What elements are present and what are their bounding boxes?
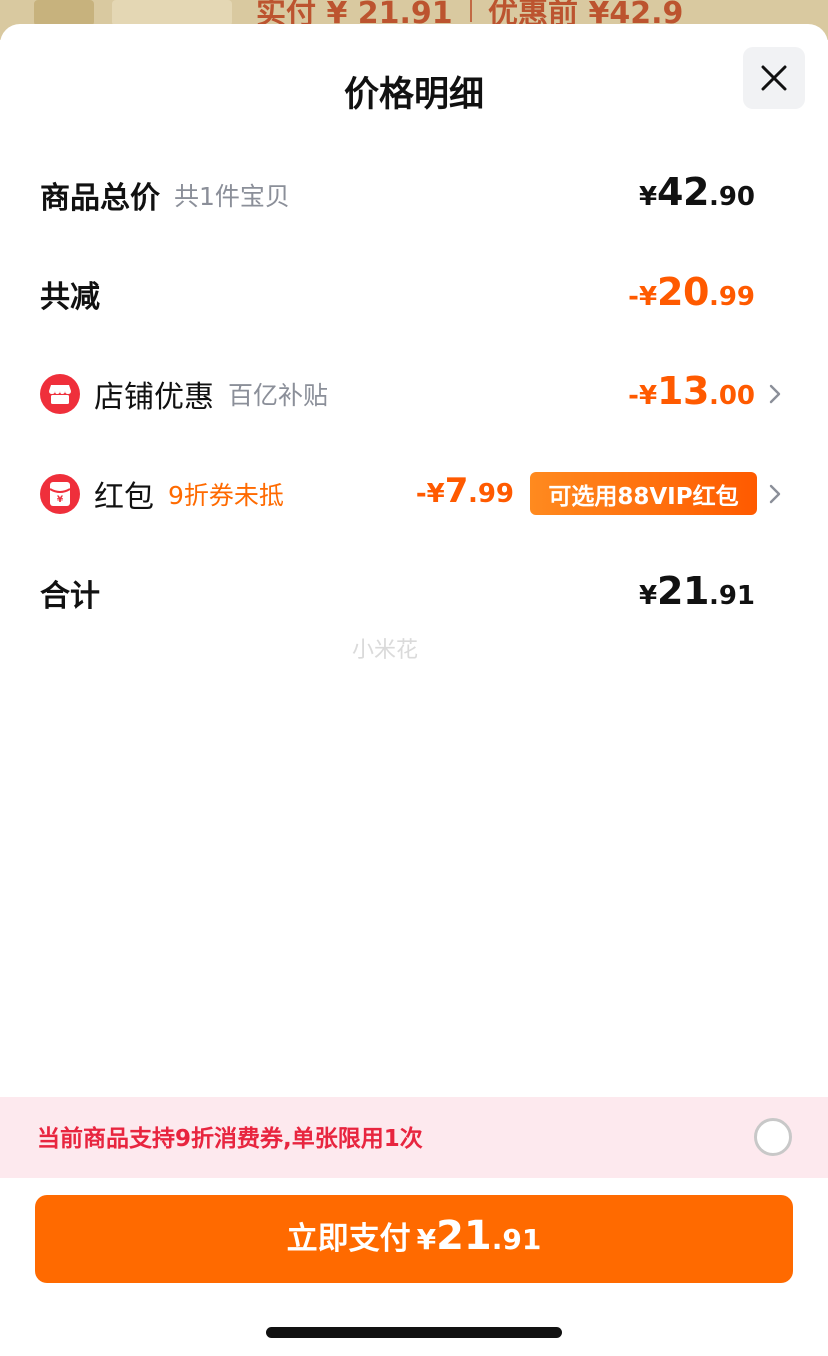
goods-count: 共1件宝贝 (174, 182, 290, 211)
close-button[interactable] (743, 47, 805, 109)
pay-button-label: 立即支付 (286, 1221, 411, 1257)
background-thumbnail (34, 0, 94, 26)
sheet-title: 价格明细 (343, 75, 484, 115)
red-packet-label: 红包 (94, 480, 154, 515)
background-thumbnail (112, 0, 232, 26)
price-integer: 42 (657, 170, 709, 214)
price-decimal: .00 (708, 381, 755, 411)
price-integer: 20 (657, 270, 709, 314)
price-decimal: .99 (708, 282, 755, 312)
price-decimal: .99 (467, 479, 514, 509)
price-decimal: .91 (491, 1223, 542, 1256)
price-integer: 21 (436, 1213, 492, 1259)
store-discount-price[interactable]: -¥ 13 .00 (628, 369, 755, 413)
price-decimal: .91 (708, 581, 755, 611)
background-separator (470, 0, 472, 22)
coupon-notice-text: 当前商品支持9折消费券,单张限用1次 (37, 1126, 423, 1152)
shop-icon (40, 374, 80, 414)
home-indicator (266, 1327, 562, 1338)
price-decimal: .90 (708, 182, 755, 212)
price-integer: 7 (444, 471, 469, 511)
svg-text:¥: ¥ (57, 495, 64, 505)
currency-symbol: -¥ (628, 381, 658, 411)
currency-symbol: -¥ (628, 282, 658, 312)
total-reduction-label: 共减 (40, 280, 100, 315)
goods-total-price: ¥ 42 .90 (639, 170, 755, 214)
price-integer: 13 (657, 369, 709, 413)
red-packet-price[interactable]: -¥ 7 .99 (416, 471, 514, 511)
red-envelope-icon: ¥ (40, 474, 80, 514)
chevron-right-icon[interactable] (767, 383, 783, 405)
watermark: 小米花 (352, 638, 419, 663)
coupon-radio-button[interactable] (754, 1118, 792, 1156)
currency-symbol: ¥ (416, 1223, 437, 1256)
price-integer: 21 (657, 569, 709, 613)
store-discount-sub: 百亿补贴 (228, 381, 329, 410)
sum-label: 合计 (40, 579, 100, 614)
red-packet-sub: 9折券未抵 (168, 481, 284, 510)
store-discount-label: 店铺优惠 (94, 380, 214, 415)
coupon-notice-bar[interactable]: 当前商品支持9折消费券,单张限用1次 (0, 1097, 828, 1178)
sum-price: ¥ 21 .91 (639, 569, 755, 613)
pay-now-button[interactable]: 立即支付 ¥ 21 .91 (35, 1195, 793, 1283)
chevron-right-icon[interactable] (767, 483, 783, 505)
currency-symbol: ¥ (638, 182, 658, 212)
currency-symbol: ¥ (638, 581, 658, 611)
total-reduction-price: -¥ 20 .99 (628, 270, 755, 314)
close-icon (761, 65, 787, 91)
goods-total-label: 商品总价 (40, 181, 160, 216)
vip-red-packet-button[interactable]: 可选用88VIP红包 (530, 472, 757, 515)
currency-symbol: -¥ (415, 479, 445, 509)
